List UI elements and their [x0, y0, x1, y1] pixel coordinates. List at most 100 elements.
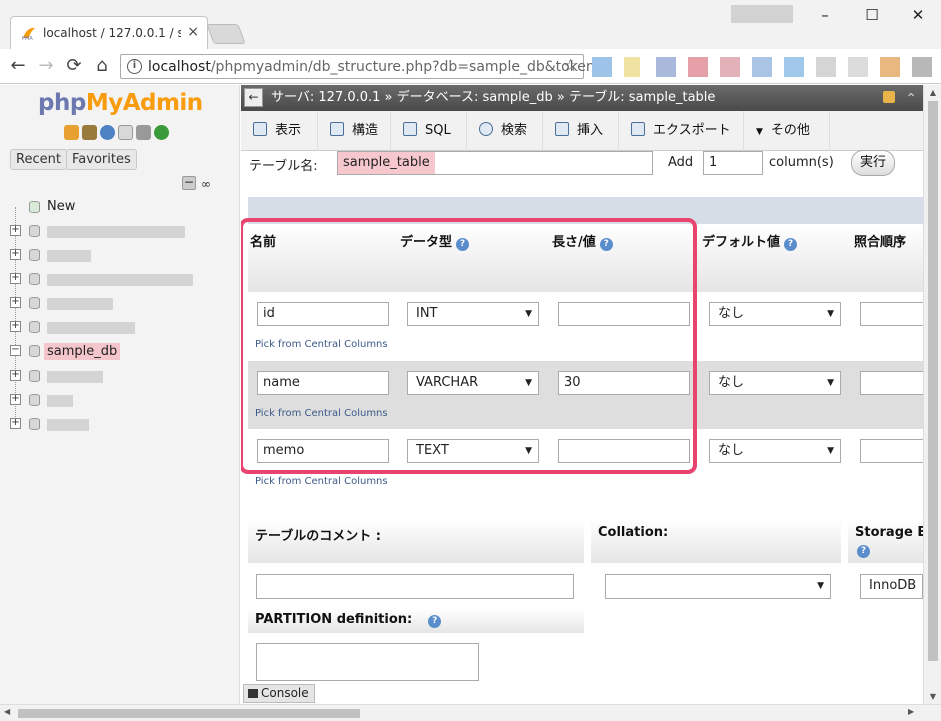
- horizontal-scrollbar[interactable]: ◀ ▶: [0, 704, 941, 721]
- expand-icon[interactable]: +: [10, 249, 21, 260]
- bookmark-star-icon[interactable]: ☆: [563, 56, 578, 76]
- help-icon[interactable]: [100, 125, 115, 140]
- column-length-input[interactable]: 30: [558, 371, 690, 395]
- column-name-input[interactable]: id: [257, 302, 389, 326]
- tree-database-item[interactable]: +: [0, 389, 240, 411]
- tree-database-sample-db[interactable]: − sample_db: [0, 340, 240, 362]
- lock-icon[interactable]: [883, 91, 895, 103]
- tree-database-item[interactable]: +: [0, 292, 240, 314]
- docs-icon[interactable]: [118, 125, 133, 140]
- pick-central-columns-link[interactable]: Pick from Central Columns: [255, 408, 388, 419]
- extension-icon[interactable]: [624, 57, 640, 77]
- scroll-up-icon[interactable]: ▲: [924, 88, 941, 97]
- partition-textarea[interactable]: [256, 643, 479, 681]
- add-columns-count[interactable]: 1: [703, 151, 763, 175]
- help-icon[interactable]: ?: [599, 238, 613, 251]
- help-icon[interactable]: ?: [428, 615, 442, 628]
- back-button[interactable]: ←: [6, 55, 30, 77]
- link-with-main-icon[interactable]: ∞: [201, 177, 211, 191]
- column-collation-select[interactable]: [860, 371, 923, 395]
- expand-icon[interactable]: +: [10, 394, 21, 405]
- extension-icon[interactable]: [720, 57, 740, 77]
- profile-button[interactable]: [731, 5, 793, 23]
- expand-icon[interactable]: +: [10, 370, 21, 381]
- column-name-input[interactable]: name: [257, 371, 389, 395]
- scroll-right-icon[interactable]: ▶: [908, 707, 914, 716]
- console-button[interactable]: Console: [243, 684, 315, 703]
- tree-database-item[interactable]: +: [0, 244, 240, 266]
- site-info-icon[interactable]: i: [127, 59, 142, 74]
- column-collation-select[interactable]: [860, 302, 923, 326]
- menu-more[interactable]: ▼ その他: [744, 111, 830, 151]
- reload-nav-icon[interactable]: [154, 125, 169, 140]
- reload-button[interactable]: ⟳: [62, 55, 86, 77]
- expand-icon[interactable]: +: [10, 418, 21, 429]
- column-default-select[interactable]: なし ▼: [709, 371, 841, 395]
- logout-icon[interactable]: [82, 125, 97, 140]
- expand-icon[interactable]: +: [10, 225, 21, 236]
- phpmyadmin-logo[interactable]: phpMyAdmin: [38, 90, 203, 116]
- column-length-input[interactable]: [558, 439, 690, 463]
- tree-database-item[interactable]: +: [0, 365, 240, 387]
- column-collation-select[interactable]: [860, 439, 923, 463]
- tree-database-item[interactable]: +: [0, 413, 240, 435]
- address-bar[interactable]: i localhost/phpmyadmin/db_structure.php?…: [120, 54, 607, 79]
- column-type-select[interactable]: TEXT ▼: [407, 439, 539, 463]
- extension-icon[interactable]: [656, 57, 676, 77]
- extension-icon[interactable]: [752, 57, 772, 77]
- maximize-button[interactable]: ☐: [857, 4, 887, 26]
- vertical-scrollbar[interactable]: ▲ ▼: [923, 85, 941, 704]
- pick-central-columns-link[interactable]: Pick from Central Columns: [255, 476, 388, 487]
- tab-close-icon[interactable]: ×: [187, 24, 199, 40]
- tree-database-item[interactable]: +: [0, 268, 240, 290]
- back-arrow-icon[interactable]: ←: [244, 88, 263, 107]
- scrollbar-thumb[interactable]: [18, 709, 360, 718]
- home-icon[interactable]: [64, 125, 79, 140]
- minimize-button[interactable]: –: [810, 4, 840, 26]
- expand-icon[interactable]: +: [10, 273, 21, 284]
- storage-engine-select[interactable]: InnoDB: [860, 574, 923, 599]
- collapse-icon[interactable]: −: [10, 345, 21, 356]
- help-icon[interactable]: ?: [456, 238, 470, 251]
- table-collation-select[interactable]: ▼: [605, 574, 831, 599]
- extension-icon[interactable]: [688, 57, 708, 77]
- tree-new-database[interactable]: New: [0, 196, 240, 218]
- expand-icon[interactable]: +: [10, 321, 21, 332]
- extension-icon[interactable]: [880, 57, 900, 77]
- scroll-down-icon[interactable]: ▼: [924, 692, 941, 701]
- extension-icon[interactable]: [848, 57, 868, 77]
- menu-browse[interactable]: 表示: [241, 111, 318, 151]
- favorites-button[interactable]: Favorites: [66, 149, 137, 170]
- menu-export[interactable]: エクスポート: [619, 111, 744, 151]
- column-length-input[interactable]: [558, 302, 690, 326]
- column-type-select[interactable]: INT ▼: [407, 302, 539, 326]
- column-name-input[interactable]: memo: [257, 439, 389, 463]
- home-button[interactable]: ⌂: [90, 55, 114, 77]
- help-icon[interactable]: ?: [857, 545, 870, 558]
- scroll-top-icon[interactable]: ⌃: [905, 86, 917, 112]
- pick-central-columns-link[interactable]: Pick from Central Columns: [255, 339, 388, 350]
- scroll-left-icon[interactable]: ◀: [4, 707, 10, 716]
- table-comment-input[interactable]: [256, 574, 574, 599]
- column-type-select[interactable]: VARCHAR ▼: [407, 371, 539, 395]
- help-icon[interactable]: ?: [784, 238, 798, 251]
- menu-search[interactable]: 検索: [467, 111, 543, 151]
- extension-icon[interactable]: [816, 57, 836, 77]
- extension-icon[interactable]: [592, 57, 612, 77]
- tree-database-item[interactable]: +: [0, 220, 240, 242]
- menu-sql[interactable]: SQL: [391, 111, 467, 151]
- menu-icon[interactable]: [912, 57, 932, 77]
- browser-tab[interactable]: PMA localhost / 127.0.0.1 / sa ×: [10, 16, 208, 49]
- table-name-input[interactable]: sample_table: [337, 151, 653, 175]
- new-tab-button[interactable]: [206, 24, 246, 44]
- execute-add-button[interactable]: 実行: [851, 150, 895, 176]
- extension-icon[interactable]: [784, 57, 804, 77]
- menu-insert[interactable]: 挿入: [543, 111, 619, 151]
- recent-button[interactable]: Recent: [10, 149, 67, 170]
- breadcrumb-text[interactable]: サーバ: 127.0.0.1 » データベース: sample_db » テーブ…: [271, 85, 715, 111]
- column-default-select[interactable]: なし ▼: [709, 302, 841, 326]
- column-default-select[interactable]: なし ▼: [709, 439, 841, 463]
- expand-icon[interactable]: +: [10, 297, 21, 308]
- close-window-button[interactable]: ✕: [903, 4, 933, 26]
- menu-structure[interactable]: 構造: [318, 111, 391, 151]
